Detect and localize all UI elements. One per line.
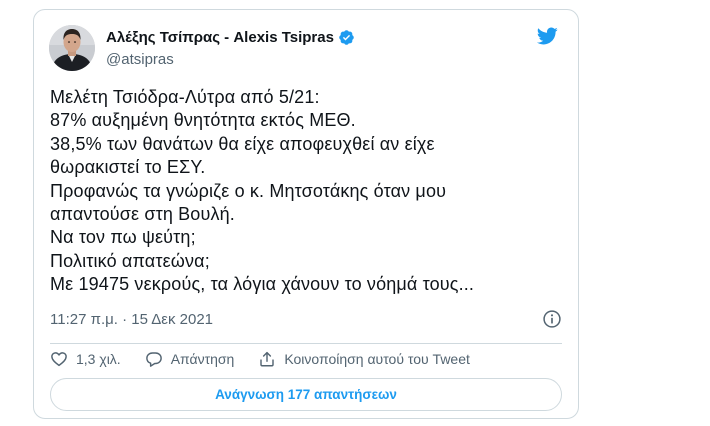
- author-display-name[interactable]: Αλέξης Τσίπρας - Alexis Tsipras: [106, 29, 334, 46]
- tweet-text: Μελέτη Τσιόδρα-Λύτρα από 5/21: 87% αυξημ…: [50, 86, 560, 297]
- tweet-meta-row: 11:27 π.μ. · 15 Δεκ 2021: [50, 309, 562, 329]
- heart-icon: [51, 352, 67, 367]
- tweet-text-line: Με 19475 νεκρούς, τα λόγια χάνουν το νόη…: [50, 274, 475, 295]
- reply-bubble-icon: [145, 352, 162, 367]
- reply-button[interactable]: Απάντηση: [145, 350, 235, 368]
- share-button[interactable]: Κοινοποίηση αυτού του Tweet: [258, 350, 470, 368]
- like-count: 1,3 χιλ.: [76, 351, 121, 367]
- avatar[interactable]: [49, 25, 95, 71]
- twitter-bird-icon[interactable]: [534, 25, 560, 47]
- tweet-timestamp[interactable]: 11:27 π.μ. · 15 Δεκ 2021: [50, 311, 213, 328]
- divider: [50, 343, 562, 344]
- read-replies-button[interactable]: Ανάγνωση 177 απαντήσεων: [50, 378, 562, 411]
- tweet-text-line: Μελέτη Τσιόδρα-Λύτρα από 5/21:: [50, 87, 320, 107]
- tweet-actions: 1,3 χιλ. Απάντηση Κοινοποίηση αυτού του …: [50, 349, 470, 369]
- tweet-text-line: απαντούσε στη Βουλή.: [50, 204, 235, 225]
- like-button[interactable]: 1,3 χιλ.: [50, 350, 121, 368]
- tweet-text-line: Προφανώς τα γνώριζε ο κ. Μητσοτάκης όταν…: [50, 180, 447, 201]
- profile-photo-icon: [49, 25, 95, 71]
- tweet-text-line: 87% αυξημένη θνητότητα εκτός ΜΕΘ.: [50, 110, 356, 131]
- tweet-text-line: Να τον πω ψεύτη;: [50, 227, 196, 248]
- author-handle[interactable]: @atsipras: [106, 51, 174, 68]
- reply-label: Απάντηση: [170, 351, 235, 367]
- tweet-text-line: 38,5% των θανάτων θα είχε αποφευχθεί αν …: [50, 133, 435, 154]
- verified-badge-icon: [339, 30, 354, 45]
- info-icon[interactable]: [542, 309, 562, 329]
- tweet-text-line: θωρακιστεί το ΕΣΥ.: [50, 157, 206, 178]
- tweet-card: Αλέξης Τσίπρας - Alexis Tsipras @atsipra…: [33, 9, 579, 419]
- tweet-text-line: Πολιτικό απατεώνα;: [50, 250, 210, 271]
- share-label: Κοινοποίηση αυτού του Tweet: [284, 351, 470, 367]
- share-icon: [260, 351, 275, 367]
- author-name-row: Αλέξης Τσίπρας - Alexis Tsipras: [106, 29, 355, 46]
